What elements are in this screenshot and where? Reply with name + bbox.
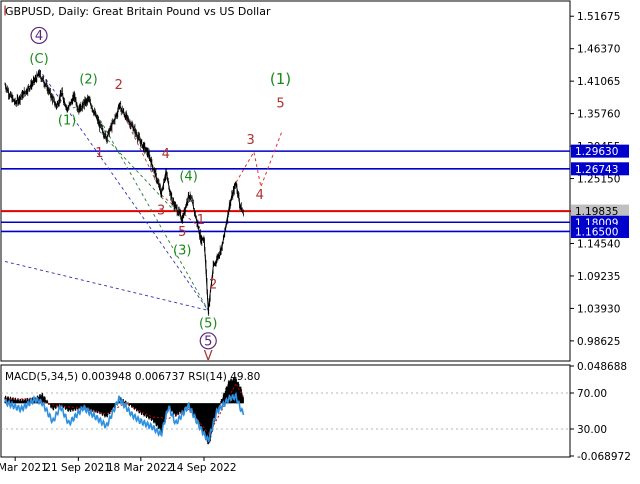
price-tick-label: 1.14540 (577, 238, 620, 250)
indicator-header: MACD(5,34,5) 0.003948 0.006737 RSI(14) 4… (5, 371, 260, 383)
wave-label: 3 (247, 133, 255, 148)
wave-label: (4) (179, 170, 197, 185)
level-tag-label: 1.29630 (575, 146, 618, 158)
wave-label: (2) (79, 72, 97, 87)
wave-label: (1) (58, 113, 76, 128)
time-tick-label: 18 Mar 2022 (107, 462, 174, 474)
wave-label: 4 (256, 188, 264, 203)
indicator-tick-label: 30.00 (577, 424, 607, 436)
wave-label: 5 (276, 96, 284, 111)
wave-label: 1 (197, 213, 205, 228)
price-tick-label: 1.09235 (577, 271, 620, 283)
level-tag-label: 1.16500 (575, 226, 618, 238)
level-tag-label: 1.26743 (575, 164, 618, 176)
price-tick-label: 1.41065 (577, 76, 620, 88)
time-tick-label: 25 Mar 2021 (0, 462, 48, 474)
indicator-tick-label: 70.00 (577, 388, 607, 400)
wave-label: (C) (29, 52, 48, 67)
indicator-tick-label: 0.048688 (577, 361, 627, 373)
wave-label: 3 (157, 203, 165, 218)
time-tick-label: 21 Sep 2021 (44, 462, 111, 474)
price-tick-label: 0.98625 (577, 336, 620, 348)
price-tick-label: 1.46370 (577, 44, 620, 56)
price-tick-label: 1.35760 (577, 109, 620, 121)
price-tick-label: 1.51675 (577, 11, 620, 23)
symbol-header: GBPUSD, Daily: Great Britain Pound vs US… (5, 5, 271, 18)
wave-label: 1 (95, 146, 103, 161)
wave-label: 4 (162, 147, 170, 162)
time-tick-label: 14 Sep 2022 (170, 462, 237, 474)
wave-label: (5) (199, 317, 217, 332)
wave-label: I (3, 4, 7, 19)
wave-label: 5 (204, 334, 212, 349)
price-tick-label: 1.03930 (577, 303, 620, 315)
wave-label: (3) (173, 244, 191, 259)
chart-canvas[interactable]: GBPUSD, Daily: Great Britain Pound vs US… (0, 0, 640, 480)
wave-label: 4 (35, 29, 43, 44)
gbpusd-chart-window[interactable]: GBPUSD, Daily: Great Britain Pound vs US… (0, 0, 640, 480)
wave-label: V (204, 349, 213, 364)
wave-label: (1) (270, 70, 291, 88)
wave-label: 2 (209, 277, 217, 292)
indicator-tick-label: -0.068972 (577, 451, 631, 463)
wave-label: 2 (115, 78, 123, 93)
wave-label: 5 (178, 225, 186, 240)
